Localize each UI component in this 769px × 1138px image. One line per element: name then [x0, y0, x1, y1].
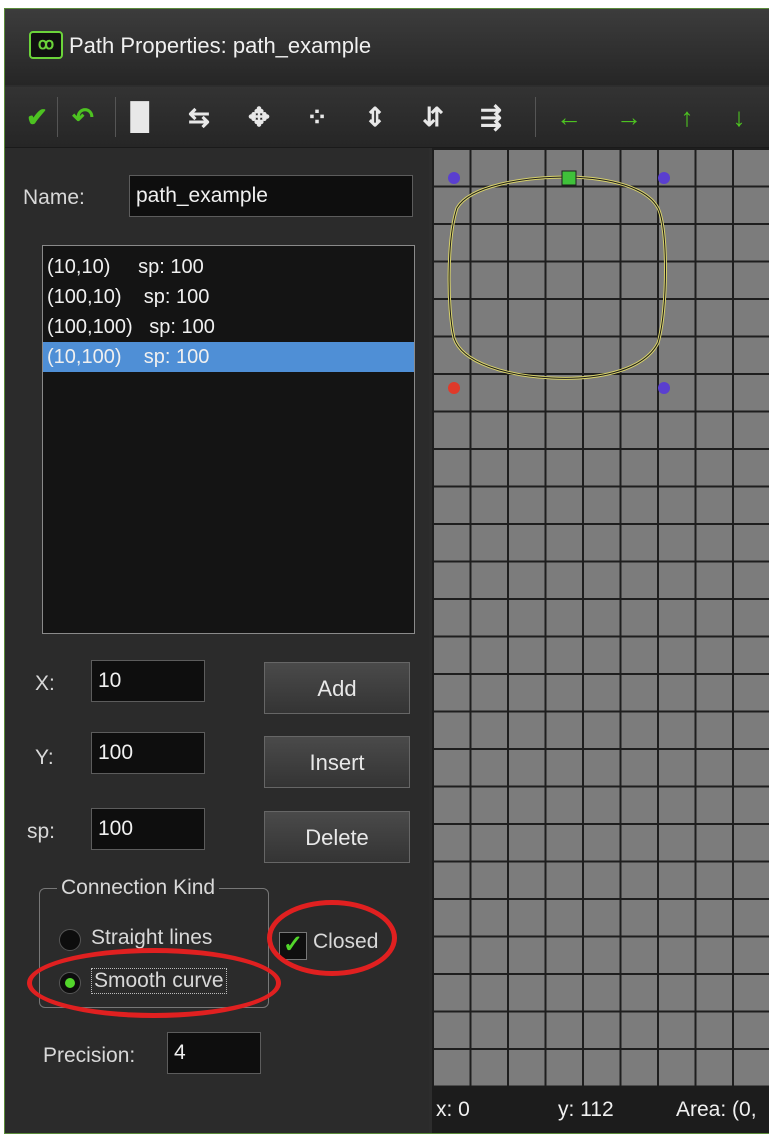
rotate-path-icon[interactable]: ⇵ — [415, 99, 451, 135]
undo-icon[interactable]: ↶ — [65, 99, 101, 135]
toolbar-separator — [115, 97, 116, 137]
reverse-path-icon[interactable]: ⇆ — [181, 99, 217, 135]
point-list[interactable]: (10,10) sp: 100 (100,10) sp: 100 (100,100)… — [42, 245, 415, 634]
move-path-icon[interactable]: ✥ — [241, 99, 277, 135]
status-area: Area: (0, — [676, 1098, 757, 1121]
toolbar-separator — [535, 97, 536, 137]
point-list-item[interactable]: (100,10) sp: 100 — [43, 282, 414, 312]
straight-lines-radio[interactable] — [59, 929, 81, 951]
path-drawing — [447, 170, 670, 394]
speed-label: sp: — [27, 820, 56, 843]
delete-button[interactable]: Delete — [264, 811, 410, 863]
toolbar: ✔ ↶ ▉ ⇆ ✥ ⁘ ⇕ ⇵ ⇶ ← → ↑ ↓ — [5, 87, 769, 148]
path-properties-window: ꝏ Path Properties: path_example ✔ ↶ ▉ ⇆ ✥ ⁘ ⇕ ⇵… — [4, 8, 769, 1134]
new-page-icon[interactable]: ▉ — [123, 99, 159, 135]
path-point-3[interactable] — [658, 382, 670, 394]
ok-check-icon[interactable]: ✔ — [19, 99, 55, 135]
x-input[interactable] — [91, 660, 205, 702]
path-canvas[interactable] — [432, 148, 769, 1086]
status-y: y: 112 — [558, 1098, 614, 1121]
flip-vertical-icon[interactable]: ⇕ — [357, 99, 393, 135]
path-point-selected[interactable] — [448, 382, 460, 394]
speed-input[interactable] — [91, 808, 205, 850]
connection-kind-label: Connection Kind — [57, 876, 220, 900]
add-button[interactable]: Add — [264, 662, 410, 714]
path-point-1[interactable] — [448, 172, 460, 184]
shift-down-icon[interactable]: ↓ — [721, 99, 757, 135]
status-x: x: 0 — [436, 1098, 470, 1121]
status-bar: x: 0 y: 112 Area: (0, — [432, 1086, 769, 1133]
app-logo-icon: ꝏ — [29, 31, 63, 59]
closed-highlight — [267, 900, 397, 976]
scale-path-icon[interactable]: ⇶ — [473, 99, 509, 135]
insert-button[interactable]: Insert — [264, 736, 410, 788]
smooth-curve-highlight — [27, 948, 281, 1018]
path-point-2[interactable] — [658, 172, 670, 184]
window-title: Path Properties: path_example — [69, 33, 372, 58]
name-label: Name: — [23, 186, 85, 209]
name-input[interactable] — [129, 175, 413, 217]
precision-input[interactable] — [167, 1032, 261, 1074]
x-label: X: — [35, 672, 55, 695]
point-list-item[interactable]: (10,10) sp: 100 — [43, 252, 414, 282]
path-curve — [447, 175, 667, 380]
y-input[interactable] — [91, 732, 205, 774]
properties-panel: Name: (10,10) sp: 100(100,10) sp: 100(10… — [5, 148, 429, 1133]
straight-lines-label[interactable]: Straight lines — [91, 926, 212, 950]
y-label: Y: — [35, 746, 54, 769]
shift-up-icon[interactable]: ↑ — [669, 99, 705, 135]
toolbar-separator — [57, 97, 58, 137]
title-bar[interactable]: ꝏ Path Properties: path_example — [5, 9, 769, 85]
mirror-horizontal-icon[interactable]: ⁘ — [299, 99, 335, 135]
shift-left-icon[interactable]: ← — [551, 99, 587, 135]
point-list-item[interactable]: (100,100) sp: 100 — [43, 312, 414, 342]
point-list-item[interactable]: (10,100) sp: 100 — [43, 342, 414, 372]
path-start-point[interactable] — [561, 170, 577, 186]
shift-right-icon[interactable]: → — [611, 99, 647, 135]
precision-label: Precision: — [43, 1044, 136, 1067]
path-curve-shadow — [448, 176, 666, 379]
